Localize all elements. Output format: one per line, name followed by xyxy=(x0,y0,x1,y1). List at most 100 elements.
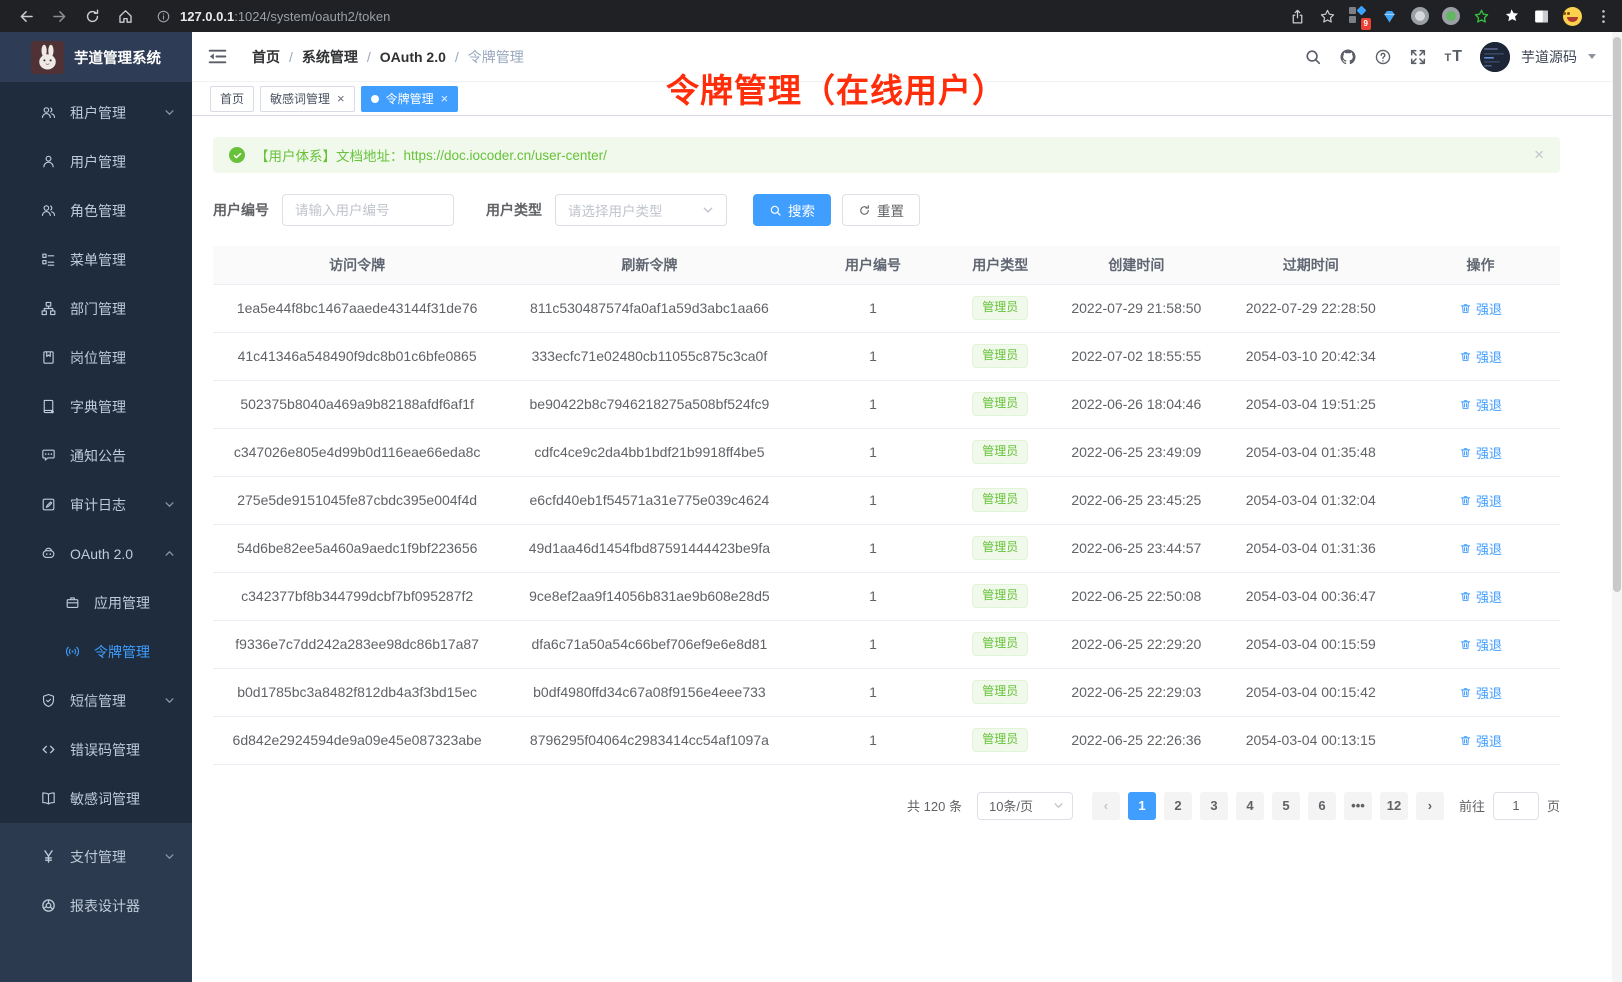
page-button[interactable]: 3 xyxy=(1200,792,1228,820)
user-id-input[interactable] xyxy=(282,194,454,226)
forward-icon[interactable] xyxy=(51,8,68,25)
sidebar-menu-item[interactable]: 字典管理 xyxy=(0,382,192,431)
sidebar-menu-item[interactable]: 支付管理 xyxy=(0,832,192,881)
force-logout-button[interactable]: 强退 xyxy=(1459,443,1502,462)
back-icon[interactable] xyxy=(18,8,35,25)
table-row: 502375b8040a469a9b82188afdf6af1f be90422… xyxy=(213,380,1560,428)
sidebar-menu-item[interactable]: 应用管理 xyxy=(0,578,192,627)
expires-at-cell: 2054-03-04 19:51:25 xyxy=(1221,380,1401,428)
scrollbar[interactable] xyxy=(1612,32,1622,982)
table-row: 275e5de9151045fe87cbdc395e004f4d e6cfd40… xyxy=(213,476,1560,524)
user-avatar[interactable] xyxy=(1480,42,1510,72)
force-logout-button[interactable]: 强退 xyxy=(1459,539,1502,558)
user-id-cell: 1 xyxy=(798,428,949,476)
breadcrumb-item[interactable]: OAuth 2.0/ xyxy=(380,49,468,65)
extension-green-star-icon[interactable] xyxy=(1473,8,1490,25)
tab-close-icon[interactable]: × xyxy=(337,92,345,105)
user-type-cell: 管理员 xyxy=(948,380,1052,428)
extension-gem-icon[interactable] xyxy=(1381,8,1398,25)
info-icon[interactable] xyxy=(156,9,171,24)
sidebar-menu-item[interactable]: 敏感词管理 xyxy=(0,774,192,823)
tab[interactable]: 首页× xyxy=(210,86,254,112)
fullscreen-icon[interactable] xyxy=(1409,48,1427,66)
browser-menu-icon[interactable] xyxy=(1595,8,1612,25)
sidebar-menu-item[interactable]: 用户管理 xyxy=(0,137,192,186)
tab[interactable]: 令牌管理× xyxy=(361,86,459,112)
home-icon[interactable] xyxy=(117,8,134,25)
collapse-sidebar-icon[interactable] xyxy=(207,46,228,67)
font-size-icon[interactable]: TT xyxy=(1444,49,1463,65)
page-button[interactable]: 5 xyxy=(1272,792,1300,820)
prev-page-button[interactable]: ‹ xyxy=(1092,792,1120,820)
sidebar-menu-item[interactable]: 审计日志 xyxy=(0,480,192,529)
search-button[interactable]: 搜索 xyxy=(753,194,831,226)
username[interactable]: 芋道源码 xyxy=(1521,47,1577,67)
profile-avatar-icon[interactable] xyxy=(1563,7,1582,26)
page-button[interactable]: ••• xyxy=(1344,792,1372,820)
doc-link[interactable]: https://doc.iocoder.cn/user-center/ xyxy=(404,148,607,163)
next-page-button[interactable]: › xyxy=(1416,792,1444,820)
sidebar-menu-item[interactable]: 短信管理 xyxy=(0,676,192,725)
sidebar-menu-item[interactable]: 错误码管理 xyxy=(0,725,192,774)
tab-close-icon[interactable]: × xyxy=(441,92,449,105)
sidebar-menu-item[interactable]: 租户管理 xyxy=(0,88,192,137)
help-icon[interactable] xyxy=(1374,48,1392,66)
sidebar-menu-item[interactable]: 报表设计器 xyxy=(0,881,192,930)
sidebar-menu-item[interactable]: 通知公告 xyxy=(0,431,192,480)
page-button[interactable]: 4 xyxy=(1236,792,1264,820)
extension-grid-icon[interactable]: 9 xyxy=(1349,7,1368,26)
user-dropdown-caret-icon[interactable] xyxy=(1588,54,1596,59)
sidebar-menu-item[interactable]: 岗位管理 xyxy=(0,333,192,382)
force-logout-button[interactable]: 强退 xyxy=(1459,731,1502,750)
expires-at-cell: 2054-03-04 01:32:04 xyxy=(1221,476,1401,524)
extension-pinwheel-icon[interactable] xyxy=(1503,8,1520,25)
force-logout-button[interactable]: 强退 xyxy=(1459,395,1502,414)
breadcrumb-item[interactable]: 首页/ xyxy=(252,47,302,67)
page-button[interactable]: 12 xyxy=(1380,792,1408,820)
force-logout-button[interactable]: 强退 xyxy=(1459,299,1502,318)
page-button[interactable]: 2 xyxy=(1164,792,1192,820)
extension-badge: 9 xyxy=(1361,18,1371,30)
table-row: 54d6be82ee5a460a9aedc1f9bf223656 49d1aa4… xyxy=(213,524,1560,572)
search-icon[interactable] xyxy=(1304,48,1322,66)
page-size-select[interactable]: 10条/页 xyxy=(977,792,1073,820)
tab[interactable]: 敏感词管理× xyxy=(260,86,355,112)
force-logout-button[interactable]: 强退 xyxy=(1459,683,1502,702)
user-type-select[interactable]: 请选择用户类型 xyxy=(555,194,727,226)
page-button[interactable]: 1 xyxy=(1128,792,1156,820)
breadcrumb-item[interactable]: 系统管理/ xyxy=(302,47,380,67)
reset-button[interactable]: 重置 xyxy=(842,194,920,226)
alert-close-icon[interactable]: × xyxy=(1534,145,1544,165)
menu-item-icon xyxy=(40,447,57,464)
action-cell: 强退 xyxy=(1401,572,1560,620)
search-icon xyxy=(769,204,782,217)
sidebar-menu-item[interactable]: 部门管理 xyxy=(0,284,192,333)
sidebar-menu-item[interactable]: 菜单管理 xyxy=(0,235,192,284)
extension-record-icon[interactable] xyxy=(1442,7,1460,25)
share-icon[interactable] xyxy=(1289,8,1306,25)
app-logo[interactable]: 芋道管理系统 xyxy=(0,32,192,82)
force-logout-button[interactable]: 强退 xyxy=(1459,587,1502,606)
url-bar[interactable]: 127.0.0.1:1024/system/oauth2/token xyxy=(156,9,1279,24)
page-button[interactable]: 6 xyxy=(1308,792,1336,820)
force-logout-button[interactable]: 强退 xyxy=(1459,635,1502,654)
force-logout-button[interactable]: 强退 xyxy=(1459,347,1502,366)
extension-panel-icon[interactable] xyxy=(1533,8,1550,25)
sidebar-menu: 租户管理 用户管理 角色管理 xyxy=(0,82,192,823)
action-cell: 强退 xyxy=(1401,380,1560,428)
github-icon[interactable] xyxy=(1339,48,1357,66)
reload-icon[interactable] xyxy=(84,8,101,25)
sidebar-menu-item[interactable]: 角色管理 xyxy=(0,186,192,235)
extension-circle-icon[interactable] xyxy=(1411,7,1429,25)
scrollbar-thumb[interactable] xyxy=(1613,37,1621,592)
expires-at-cell: 2054-03-04 00:36:47 xyxy=(1221,572,1401,620)
sidebar-menu-item[interactable]: OAuth 2.0 xyxy=(0,529,192,578)
force-logout-button[interactable]: 强退 xyxy=(1459,491,1502,510)
breadcrumb-item[interactable]: 令牌管理/ xyxy=(468,47,524,67)
user-type-cell: 管理员 xyxy=(948,668,1052,716)
access-token-cell: 1ea5e44f8bc1467aaede43144f31de76 xyxy=(213,284,501,332)
navbar: 首页/ 系统管理/ OAuth 2.0/ 令牌管理/ TT 芋道源码 xyxy=(192,32,1622,82)
bookmark-star-icon[interactable] xyxy=(1319,8,1336,25)
goto-page-input[interactable] xyxy=(1493,792,1539,820)
sidebar-menu-item[interactable]: 令牌管理 xyxy=(0,627,192,676)
